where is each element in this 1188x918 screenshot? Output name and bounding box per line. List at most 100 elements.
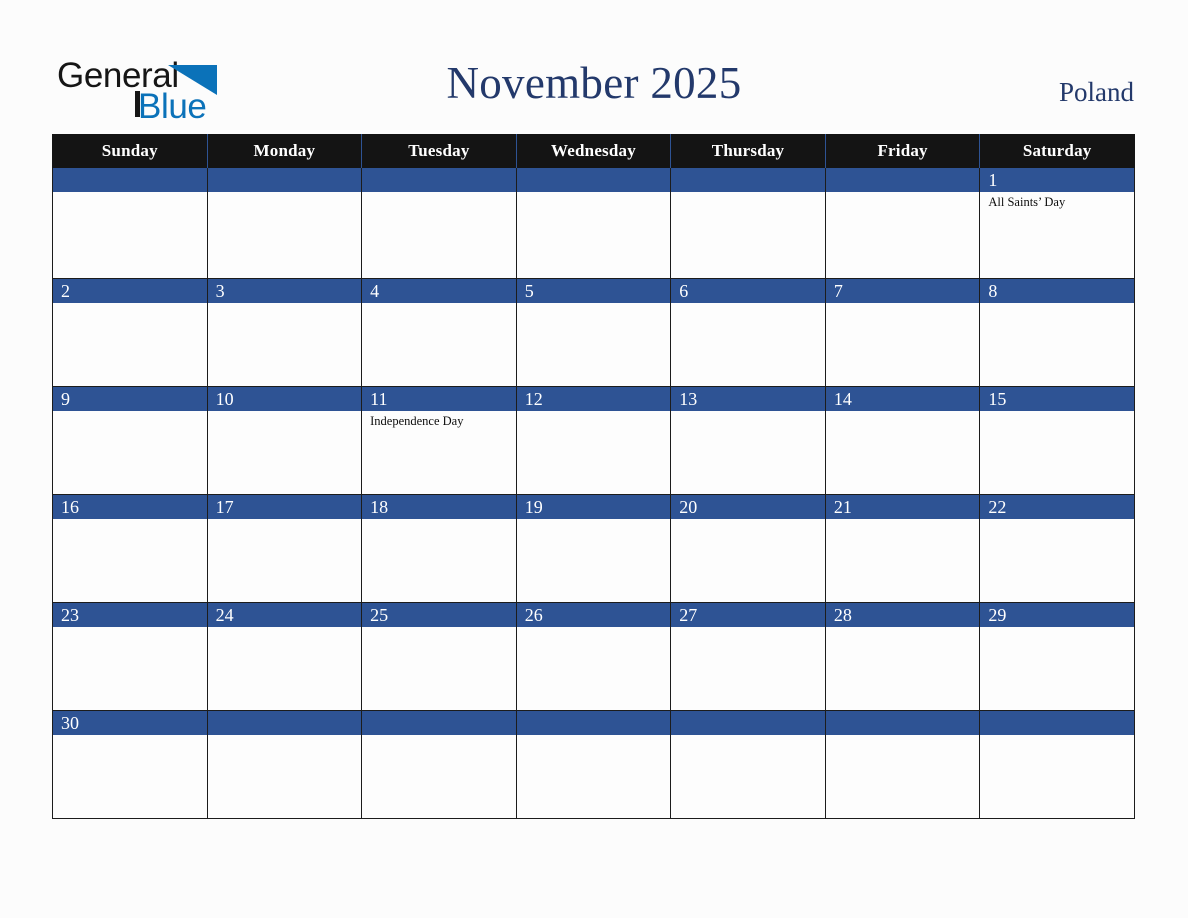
day-cell-20[interactable]: 20: [670, 494, 826, 603]
day-cell-content: 9: [53, 387, 207, 494]
day-cell-13[interactable]: 13: [670, 386, 826, 495]
day-number: 4: [362, 279, 516, 303]
day-number: 11: [362, 387, 516, 411]
day-number: [671, 711, 825, 735]
day-cell-content: 12: [516, 387, 671, 494]
day-cell-26[interactable]: 26: [515, 602, 672, 711]
weekday-headers: Sunday Monday Tuesday Wednesday Thursday Frid…: [52, 134, 1135, 168]
day-number: [516, 711, 671, 735]
day-cell-content: [516, 168, 671, 278]
weekday-header-thursday: Thursday: [670, 134, 826, 168]
calendar-week-row: 1 All Saints’ Day: [52, 168, 1135, 279]
day-cell-empty[interactable]: [515, 710, 672, 819]
day-cell-content: 8: [980, 279, 1134, 386]
day-cell-10[interactable]: 10: [206, 386, 363, 495]
day-cell-5[interactable]: 5: [515, 278, 672, 387]
page-header: General Blue November 2025 Poland: [0, 0, 1188, 134]
day-cell-empty[interactable]: [206, 710, 363, 819]
day-cell-7[interactable]: 7: [824, 278, 981, 387]
day-number: 7: [825, 279, 980, 303]
day-cell-content: [207, 168, 362, 278]
day-cell-content: 21: [825, 495, 980, 602]
day-cell-content: 19: [516, 495, 671, 602]
day-cell-9[interactable]: 9: [52, 386, 208, 495]
day-cell-2[interactable]: 2: [52, 278, 208, 387]
day-cell-content: 5: [516, 279, 671, 386]
day-cell-content: [825, 711, 980, 818]
day-cell-24[interactable]: 24: [206, 602, 363, 711]
day-cell-25[interactable]: 25: [361, 602, 517, 711]
day-cell-11[interactable]: 11 Independence Day: [361, 386, 517, 495]
day-cell-21[interactable]: 21: [824, 494, 981, 603]
day-cell-3[interactable]: 3: [206, 278, 363, 387]
day-cell-content: 23: [53, 603, 207, 710]
weekday-header-saturday: Saturday: [979, 134, 1135, 168]
day-cell-30[interactable]: 30: [52, 710, 208, 819]
day-cell-18[interactable]: 18: [361, 494, 517, 603]
day-cell-27[interactable]: 27: [670, 602, 826, 711]
day-cell-content: 28: [825, 603, 980, 710]
day-cell-content: [671, 168, 825, 278]
day-cell-content: 3: [207, 279, 362, 386]
day-cell-empty[interactable]: [206, 168, 363, 279]
day-number: [980, 711, 1134, 735]
day-cell-empty[interactable]: [670, 168, 826, 279]
day-number: [362, 168, 516, 192]
day-cell-12[interactable]: 12: [515, 386, 672, 495]
day-cell-content: 11 Independence Day: [362, 387, 516, 494]
day-cell-8[interactable]: 8: [979, 278, 1135, 387]
day-cell-content: 6: [671, 279, 825, 386]
day-number: 9: [53, 387, 207, 411]
calendar-week-row: 16 17 18 19 20 21 22: [52, 494, 1135, 603]
day-cell-22[interactable]: 22: [979, 494, 1135, 603]
day-number: [207, 711, 362, 735]
day-number: [825, 168, 980, 192]
day-cell-empty[interactable]: [824, 710, 981, 819]
day-cell-empty[interactable]: [979, 710, 1135, 819]
weekday-header-friday: Friday: [824, 134, 981, 168]
day-cell-content: 16: [53, 495, 207, 602]
day-number: 23: [53, 603, 207, 627]
day-number: 29: [980, 603, 1134, 627]
day-cell-content: 25: [362, 603, 516, 710]
day-cell-6[interactable]: 6: [670, 278, 826, 387]
day-cell-empty[interactable]: [361, 710, 517, 819]
day-cell-empty[interactable]: [52, 168, 208, 279]
day-cell-17[interactable]: 17: [206, 494, 363, 603]
day-cell-content: 17: [207, 495, 362, 602]
day-cell-15[interactable]: 15: [979, 386, 1135, 495]
day-cell-1[interactable]: 1 All Saints’ Day: [979, 168, 1135, 279]
day-cell-14[interactable]: 14: [824, 386, 981, 495]
day-number: 14: [825, 387, 980, 411]
day-cell-empty[interactable]: [824, 168, 981, 279]
day-cell-4[interactable]: 4: [361, 278, 517, 387]
calendar-table: Sunday Monday Tuesday Wednesday Thursday Frid…: [52, 134, 1135, 819]
holiday-label: Independence Day: [370, 414, 464, 428]
day-cell-content: 2: [53, 279, 207, 386]
day-cell-empty[interactable]: [670, 710, 826, 819]
day-number: [671, 168, 825, 192]
day-number: 30: [53, 711, 207, 735]
day-number: 22: [980, 495, 1134, 519]
day-cell-content: 15: [980, 387, 1134, 494]
day-cell-empty[interactable]: [515, 168, 672, 279]
day-cell-29[interactable]: 29: [979, 602, 1135, 711]
day-cell-content: 10: [207, 387, 362, 494]
day-cell-16[interactable]: 16: [52, 494, 208, 603]
calendar-header-row: Sunday Monday Tuesday Wednesday Thursday Frid…: [52, 134, 1135, 168]
day-cell-content: [671, 711, 825, 818]
day-number: 10: [207, 387, 362, 411]
day-number: 19: [516, 495, 671, 519]
day-cell-19[interactable]: 19: [515, 494, 672, 603]
day-number: 25: [362, 603, 516, 627]
day-cell-content: 27: [671, 603, 825, 710]
calendar-week-row: 30: [52, 710, 1135, 819]
day-number: 16: [53, 495, 207, 519]
day-cell-28[interactable]: 28: [824, 602, 981, 711]
day-cell-23[interactable]: 23: [52, 602, 208, 711]
day-cell-empty[interactable]: [361, 168, 517, 279]
day-cell-content: 14: [825, 387, 980, 494]
day-cell-content: 22: [980, 495, 1134, 602]
day-number: 17: [207, 495, 362, 519]
day-events: Independence Day: [362, 411, 516, 429]
